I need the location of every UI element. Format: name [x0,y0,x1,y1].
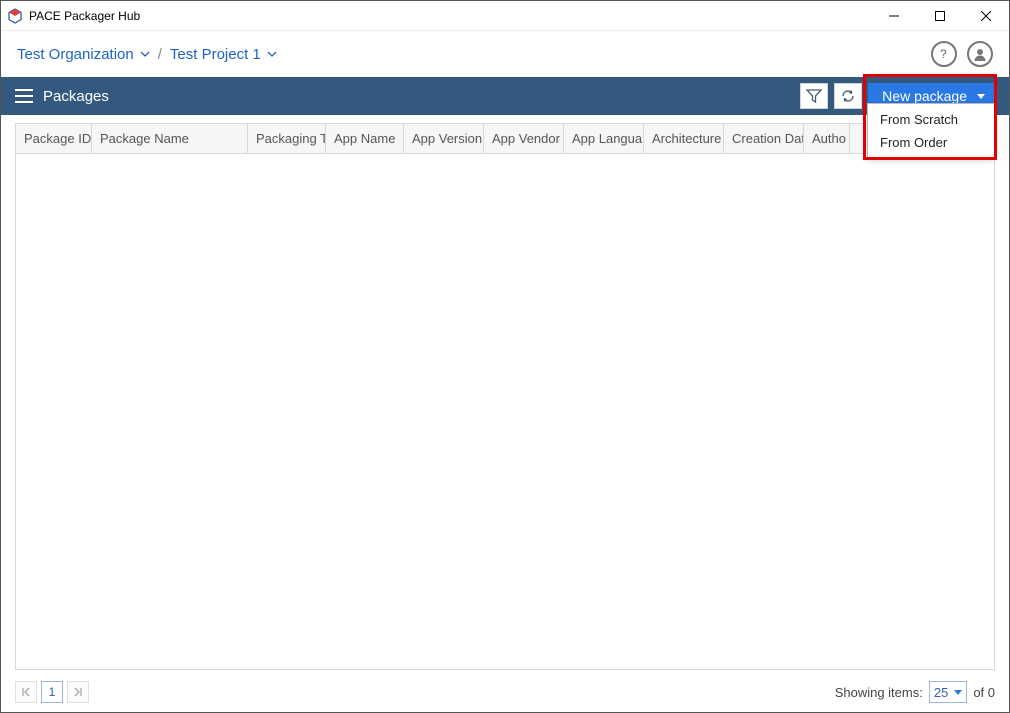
breadcrumb-separator: / [158,46,162,63]
refresh-icon [840,88,856,104]
toolbar: Packages New package Fr [1,77,1009,115]
page-size-select[interactable]: 25 [929,681,967,703]
grid-footer: 1 Showing items: 25 of 0 [1,678,1009,712]
pager-page-current[interactable]: 1 [41,681,63,703]
col-creation-dat[interactable]: Creation Dat [724,124,804,153]
col-package-id[interactable]: Package ID [16,124,92,153]
col-app-vendor[interactable]: App Vendor [484,124,564,153]
breadcrumb-project-label: Test Project 1 [170,46,261,63]
new-package-label: New package [882,88,967,104]
breadcrumb-org[interactable]: Test Organization [17,46,150,63]
first-page-icon [21,687,31,697]
page-size-value: 25 [934,685,948,700]
grid-body[interactable] [16,154,994,669]
col-author[interactable]: Autho [804,124,850,153]
pager-first-button[interactable] [15,681,37,703]
app-title: PACE Packager Hub [29,9,140,23]
pager-last-button[interactable] [67,681,89,703]
filter-icon [806,89,822,103]
footer-right: Showing items: 25 of 0 [835,681,995,703]
help-button[interactable]: ? [931,41,957,67]
caret-down-icon [954,690,962,695]
showing-items-label: Showing items: [835,685,923,700]
col-package-name[interactable]: Package Name [92,124,248,153]
chevron-down-icon [267,49,277,59]
breadcrumb-org-label: Test Organization [17,46,134,63]
svg-text:?: ? [940,47,947,61]
col-app-version[interactable]: App Version [404,124,484,153]
grid-header: Package ID Package Name Packaging T App … [16,124,994,154]
col-app-langua[interactable]: App Langua [564,124,644,153]
pager: 1 [15,681,89,703]
total-count-label: of 0 [973,685,995,700]
titlebar: PACE Packager Hub [1,1,1009,31]
new-package-dropdown: From Scratch From Order [867,103,995,159]
user-icon [972,46,988,62]
window-controls [871,1,1009,30]
col-packaging-t[interactable]: Packaging T [248,124,326,153]
content-area: Package ID Package Name Packaging T App … [1,115,1009,678]
caret-down-icon [977,94,985,99]
minimize-button[interactable] [871,1,917,30]
breadcrumb-project[interactable]: Test Project 1 [170,46,277,63]
profile-button[interactable] [967,41,993,67]
chevron-down-icon [140,49,150,59]
packages-grid: Package ID Package Name Packaging T App … [15,123,995,670]
close-button[interactable] [963,1,1009,30]
dropdown-from-order[interactable]: From Order [868,131,994,154]
app-logo-icon [7,8,23,24]
menu-button[interactable] [15,89,33,103]
last-page-icon [73,687,83,697]
refresh-button[interactable] [834,83,862,109]
col-architecture[interactable]: Architecture [644,124,724,153]
page-title: Packages [43,88,109,105]
maximize-button[interactable] [917,1,963,30]
col-app-name[interactable]: App Name [326,124,404,153]
question-icon: ? [938,47,950,61]
breadcrumb: Test Organization / Test Project 1 ? [1,31,1009,77]
header-actions: ? [931,41,993,67]
filter-button[interactable] [800,83,828,109]
app-window: PACE Packager Hub Test Organization / Te… [0,0,1010,713]
dropdown-from-scratch[interactable]: From Scratch [868,108,994,131]
